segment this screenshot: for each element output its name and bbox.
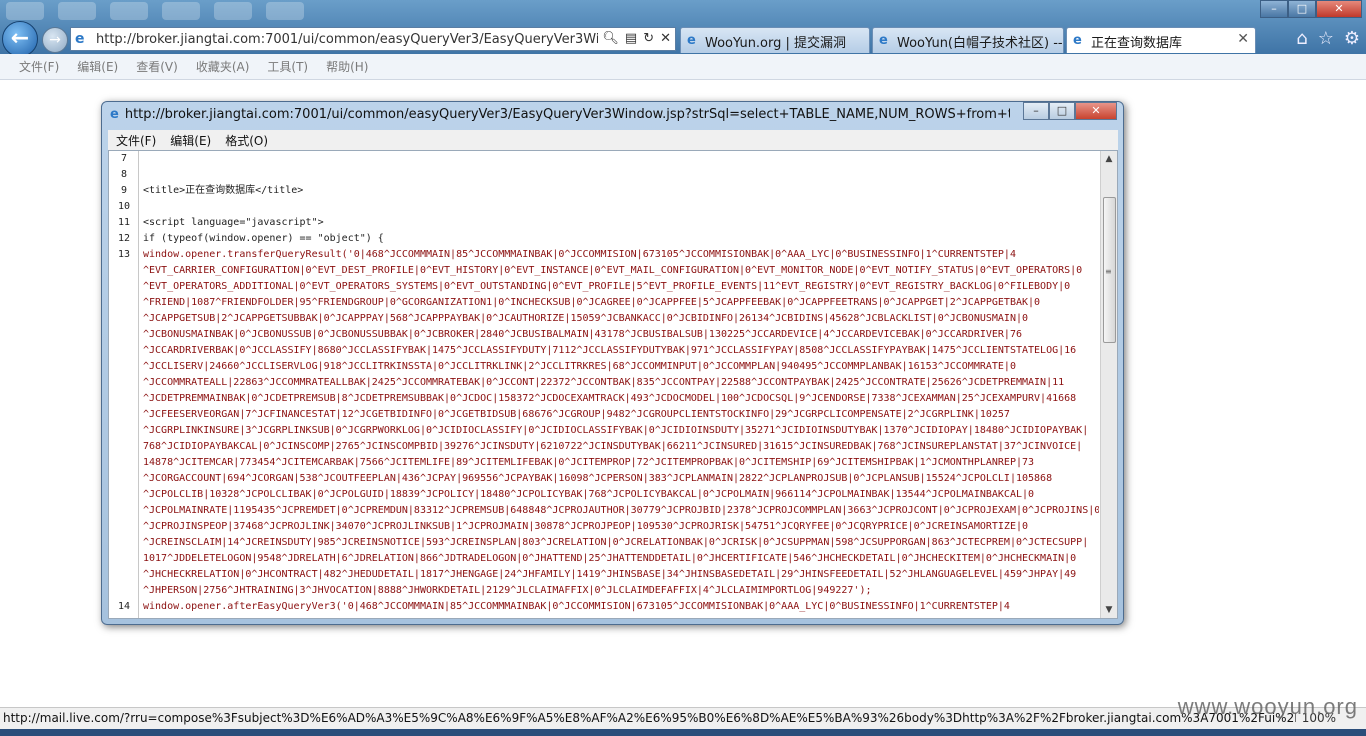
watermark: www.wooyun.org (1177, 694, 1358, 719)
menu-edit[interactable]: 编辑(E) (77, 58, 118, 75)
favorites-star-icon[interactable]: ☆ (1318, 28, 1334, 49)
scroll-down-arrow-icon[interactable]: ▼ (1101, 602, 1117, 618)
popup-menu-edit[interactable]: 编辑(E) (170, 132, 211, 149)
tab-wooyun-community[interactable]: e WooYun(白帽子技术社区) --... (872, 27, 1064, 53)
wrapped-line: 1017^JDDELETELOGON|9548^JDRELATH|6^JDREL… (143, 553, 1077, 564)
ie-tab-icon: e (879, 33, 888, 48)
forward-button[interactable]: → (42, 27, 68, 53)
code-line: 9 <title>正在查询数据库</title> (120, 185, 304, 196)
code-line: 8 (120, 169, 128, 180)
wrapped-line: ^JCDETPREMMAINBAK|0^JCDETPREMSUB|8^JCDET… (143, 393, 1077, 404)
tab-querying-db[interactable]: e 正在查询数据库 ✕ (1066, 27, 1256, 53)
code-line: 11 <script language="javascript"> (117, 217, 324, 228)
scroll-grip-icon: ≡ (1105, 267, 1112, 276)
search-icon[interactable]: 🔍︎ (602, 31, 619, 46)
gear-icon[interactable]: ⚙ (1344, 28, 1360, 49)
code-line: 12 if (typeof(window.opener) == "object")… (117, 233, 384, 244)
wrapped-line: ^JHPERSON|2756^JHTRAINING|3^JHVOCATION|8… (143, 585, 872, 596)
wrapped-line: ^JCPROJINSPEOP|37468^JCPROJLINK|34070^JC… (143, 521, 1029, 532)
wrapped-line: 768^JCIDIOPAYBAKCAL|0^JCINSCOMP|2765^JCI… (143, 441, 1083, 452)
ie-tab-icon: e (687, 33, 696, 48)
source-viewer[interactable]: 7 8 9 <title>正在查询数据库</title> 10 11 <script… (108, 150, 1118, 619)
close-tab-icon[interactable]: ✕ (1237, 31, 1249, 47)
code-line: 7 (120, 153, 128, 164)
wrapped-line: ^JHCHECKRELATION|0^JHCONTRACT|482^JHEDUD… (143, 569, 1077, 580)
wrapped-line: ^JCPOLCLIB|10328^JCPOLCLIBAK|0^JCPOLGUID… (143, 489, 1035, 500)
wrapped-line: ^EVT_OPERATORS_ADDITIONAL|0^EVT_OPERATOR… (143, 281, 1071, 292)
tab-wooyun-submit[interactable]: e WooYun.org | 提交漏洞 (680, 27, 870, 53)
close-window-button[interactable]: ✕ (1316, 0, 1362, 18)
wrapped-line: ^JCORGACCOUNT|694^JCORGAN|538^JCOUTFEEPL… (143, 473, 1053, 484)
wrapped-line: ^JCREINSCLAIM|14^JCREINSDUTY|985^JCREINS… (143, 537, 1089, 548)
minimize-button[interactable]: – (1260, 0, 1288, 18)
refresh-icon[interactable]: ↻ (643, 31, 654, 46)
browser-menubar: 文件(F) 编辑(E) 查看(V) 收藏夹(A) 工具(T) 帮助(H) (0, 54, 1366, 80)
stop-icon[interactable]: ✕ (660, 31, 671, 46)
wrapped-line: ^JCCARDRIVERBAK|0^JCCLASSIFY|8680^JCCLAS… (143, 345, 1077, 356)
menu-favorites[interactable]: 收藏夹(A) (196, 58, 250, 75)
popup-menu-format[interactable]: 格式(O) (225, 132, 268, 149)
wrapped-line: ^JCCLISERV|24660^JCCLISERVLOG|918^JCCLIT… (143, 361, 1016, 372)
wrapped-line: ^JCFEESERVEORGAN|7^JCFINANCESTAT|12^JCGE… (143, 409, 1010, 420)
compat-view-icon[interactable]: ▤ (625, 31, 637, 46)
wrapped-line: ^JCPOLMAINRATE|1195435^JCPREMDET|0^JCPRE… (143, 505, 1099, 516)
vertical-scrollbar[interactable]: ▲ ≡ ▼ (1100, 151, 1117, 618)
ie-tab-icon: e (1073, 33, 1082, 48)
ie-logo-icon: e (110, 107, 119, 122)
taskbar-thumbnails (0, 0, 680, 22)
menu-tools[interactable]: 工具(T) (267, 58, 308, 75)
wrapped-line: ^EVT_CARRIER_CONFIGURATION|0^EVT_DEST_PR… (143, 265, 1083, 276)
menu-file[interactable]: 文件(F) (19, 58, 59, 75)
scroll-up-arrow-icon[interactable]: ▲ (1101, 151, 1117, 167)
view-source-window: e http://broker.jiangtai.com:7001/ui/com… (101, 101, 1124, 625)
wrapped-line: 14878^JCITEMCAR|773454^JCITEMCARBAK|7566… (143, 457, 1035, 468)
wrapped-line: ^JCCOMMRATEALL|22863^JCCOMMRATEALLBAK|24… (143, 377, 1065, 388)
popup-menu-file[interactable]: 文件(F) (116, 132, 156, 149)
code-line: 10 (117, 201, 131, 212)
home-icon[interactable]: ⌂ (1296, 28, 1307, 49)
browser-chrome: ← → e http://broker.jiangtai.com:7001/ui… (0, 0, 1366, 57)
popup-minimize-button[interactable]: – (1023, 102, 1049, 120)
code-line: 14 window.opener.afterEasyQueryVer3('0|4… (117, 601, 1010, 612)
address-url: http://broker.jiangtai.com:7001/ui/commo… (96, 31, 657, 47)
menu-help[interactable]: 帮助(H) (326, 58, 368, 75)
popup-maximize-button[interactable]: □ (1049, 102, 1075, 120)
taskbar (0, 729, 1366, 736)
code-line: 13 window.opener.transferQueryResult('0|… (117, 249, 1016, 260)
menu-view[interactable]: 查看(V) (136, 58, 178, 75)
ie-logo-icon: e (75, 31, 85, 47)
wrapped-line: ^JCBONUSMAINBAK|0^JCBONUSSUB|0^JCBONUSSU… (143, 329, 1022, 340)
status-bar: http://mail.live.com/?rru=compose%3Fsubj… (0, 707, 1366, 729)
source-code[interactable]: 7 8 9 <title>正在查询数据库</title> 10 11 <script… (109, 151, 1099, 618)
wrapped-line: ^FRIEND|1087^FRIENDFOLDER|95^FRIENDGROUP… (143, 297, 1041, 308)
back-button[interactable]: ← (2, 21, 38, 57)
status-url: http://mail.live.com/?rru=compose%3Fsubj… (3, 711, 1323, 725)
popup-menubar: 文件(F) 编辑(E) 格式(O) (108, 130, 1118, 150)
wrapped-line: ^JCAPPGETSUB|2^JCAPPGETSUBBAK|0^JCAPPPAY… (143, 313, 1029, 324)
popup-close-button[interactable]: ✕ (1075, 102, 1117, 120)
wrapped-line: ^JCGRPLINKINSURE|3^JCGRPLINKSUB|0^JCGRPW… (143, 425, 1089, 436)
popup-title: e http://broker.jiangtai.com:7001/ui/com… (110, 107, 1010, 122)
address-bar[interactable]: e http://broker.jiangtai.com:7001/ui/com… (70, 27, 676, 51)
maximize-button[interactable]: □ (1288, 0, 1316, 18)
